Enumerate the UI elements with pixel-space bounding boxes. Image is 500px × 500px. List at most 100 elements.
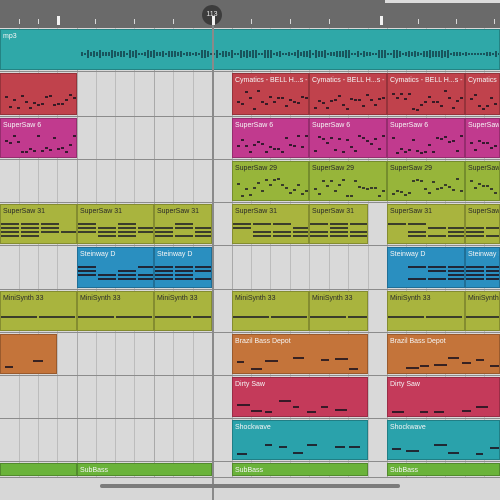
ruler-tick [251,19,252,24]
clip-region[interactable]: SuperSaw 2 [465,161,500,201]
clip-region[interactable]: SuperSaw 29 [387,161,465,201]
clip-region[interactable]: SubBass [232,463,368,476]
midi-note [98,235,116,237]
track-row-minisynth[interactable]: MiniSynth 33 MiniSynth 33 MiniSynth 33 Mini… [0,290,500,332]
clip-region[interactable]: SuperSaw 6 [309,118,387,158]
waveform-bar [288,52,290,56]
timeline-ruler[interactable]: 113 [0,0,500,28]
midi-note [426,316,462,318]
midi-note [253,223,271,225]
midi-note [17,107,20,109]
clip-region[interactable]: Shockwave [387,420,500,460]
clip-region[interactable] [0,463,77,476]
clip-region[interactable]: MiniSynth 33 [309,291,368,331]
clip-region[interactable]: SuperSaw 31 [465,204,500,244]
waveform-bar [468,53,470,55]
midi-note [460,97,463,99]
midi-note [273,231,291,233]
grid-line [115,72,116,116]
clip-region[interactable]: MiniSynth 33 [465,291,500,331]
midi-note [342,179,345,181]
clip-region[interactable] [0,73,77,115]
clip-label: MiniSynth 33 [157,295,198,302]
track-row-shockwave[interactable]: Shockwave Shockwave [0,419,500,461]
midi-note [98,278,116,280]
loop-region-marker[interactable] [385,0,500,3]
clip-region[interactable]: mp3 [0,29,500,70]
track-row-dirtysaw[interactable]: Dirty Saw Dirty Saw [0,376,500,418]
clip-region[interactable]: Shockwave [232,420,368,460]
clip-region[interactable]: Brazil Bass Depot [387,334,500,374]
clip-region[interactable]: Steinway D [465,247,500,288]
clip-region[interactable]: SuperSaw 6 [387,118,465,158]
clip-region[interactable]: Cymatics - BELL H...s - C [309,73,387,115]
clip-region[interactable]: SubBass [387,463,500,476]
clip-region[interactable]: Brazil Bass Depot [232,334,368,374]
waveform-bar [474,53,476,55]
waveform-bar [246,50,248,58]
midi-note [78,227,96,229]
clip-region[interactable] [0,334,57,374]
clip-region[interactable]: SubBass [77,463,212,476]
arrangement-area[interactable]: mp3 Cymatics - BELL H...s - C Cymatics - B… [0,28,500,500]
clip-region[interactable]: SuperSaw 6 [232,118,309,158]
waveform-bar [129,50,131,58]
clip-region[interactable]: Dirty Saw [232,377,368,417]
grid-line [38,246,39,289]
waveform-bar [192,53,194,55]
track-row-supersaw31[interactable]: SuperSaw 31 SuperSaw 31 SuperSaw 31 SuperSa… [0,203,500,245]
clip-region[interactable]: MiniSynth 33 [154,291,212,331]
waveform-bar [171,51,173,57]
clip-region[interactable]: SuperSaw 29 [232,161,309,201]
midi-note [404,98,407,100]
clip-region[interactable]: SuperSaw 31 [77,204,154,244]
ruler-tick [19,19,20,24]
track-row-audio[interactable]: mp3 [0,28,500,71]
grid-line [115,117,116,159]
clip-region[interactable]: Steinway D [77,247,154,288]
track-row-subbass[interactable]: SubBass SubBass SubBass [0,462,500,477]
clip-region[interactable]: SuperSaw 31 [387,204,465,244]
midi-note [257,182,260,184]
clip-region[interactable]: MiniSynth 33 [387,291,465,331]
midi-note [249,97,252,99]
midi-note [322,180,325,182]
grid-line [173,117,174,159]
clip-region[interactable]: SuperSaw 6 [0,118,77,158]
waveform-bar [387,53,389,55]
track-row-brazil[interactable]: Brazil Bass Depot Brazil Bass Depot [0,333,500,375]
midi-note [257,90,260,92]
waveform-bar [402,53,404,55]
clip-region[interactable]: MiniSynth 33 [232,291,309,331]
clip-region[interactable]: SuperSaw 31 [309,204,368,244]
midi-note [440,138,443,140]
midi-note [237,183,240,185]
track-row-supersaw6[interactable]: SuperSaw 6 SuperSaw 6 SuperSaw 6 SuperSaw 6… [0,117,500,159]
clip-region[interactable]: SuperSaw 31 [232,204,309,244]
clip-region[interactable]: Cymatics - BELL H...s - C [465,73,500,115]
clip-region[interactable]: Cymatics - BELL H...s - C [232,73,309,115]
clip-region[interactable]: Steinway D [387,247,465,288]
horizontal-scrollbar[interactable] [100,484,400,488]
clip-region[interactable]: MiniSynth 33 [0,291,77,331]
clip-region[interactable]: SuperSaw 6 [465,118,500,158]
midi-note [478,105,481,107]
track-row-cymatics[interactable]: Cymatics - BELL H...s - C Cymatics - BELL… [0,72,500,116]
clip-region[interactable]: Cymatics - BELL H...s - C [387,73,465,115]
midi-note [466,270,484,272]
midi-note [474,149,477,151]
waveform-bar [177,52,179,56]
midi-note [307,411,316,413]
track-row-supersaw29[interactable]: SuperSaw 29 SuperSaw 29 SuperSaw 29 SuperSa… [0,160,500,202]
clip-region[interactable]: Steinway D [154,247,212,288]
clip-region[interactable]: SuperSaw 31 [0,204,77,244]
midi-note [251,368,262,370]
clip-region[interactable]: SuperSaw 29 [309,161,387,201]
clip-region[interactable]: SuperSaw 31 [154,204,212,244]
grid-line [329,246,330,289]
track-row-steinway[interactable]: Steinway D Steinway D Steinway D Steinway D [0,246,500,289]
waveform-bar [81,52,83,56]
playhead-line[interactable] [212,25,214,500]
clip-region[interactable]: MiniSynth 33 [77,291,154,331]
clip-region[interactable]: Dirty Saw [387,377,500,417]
